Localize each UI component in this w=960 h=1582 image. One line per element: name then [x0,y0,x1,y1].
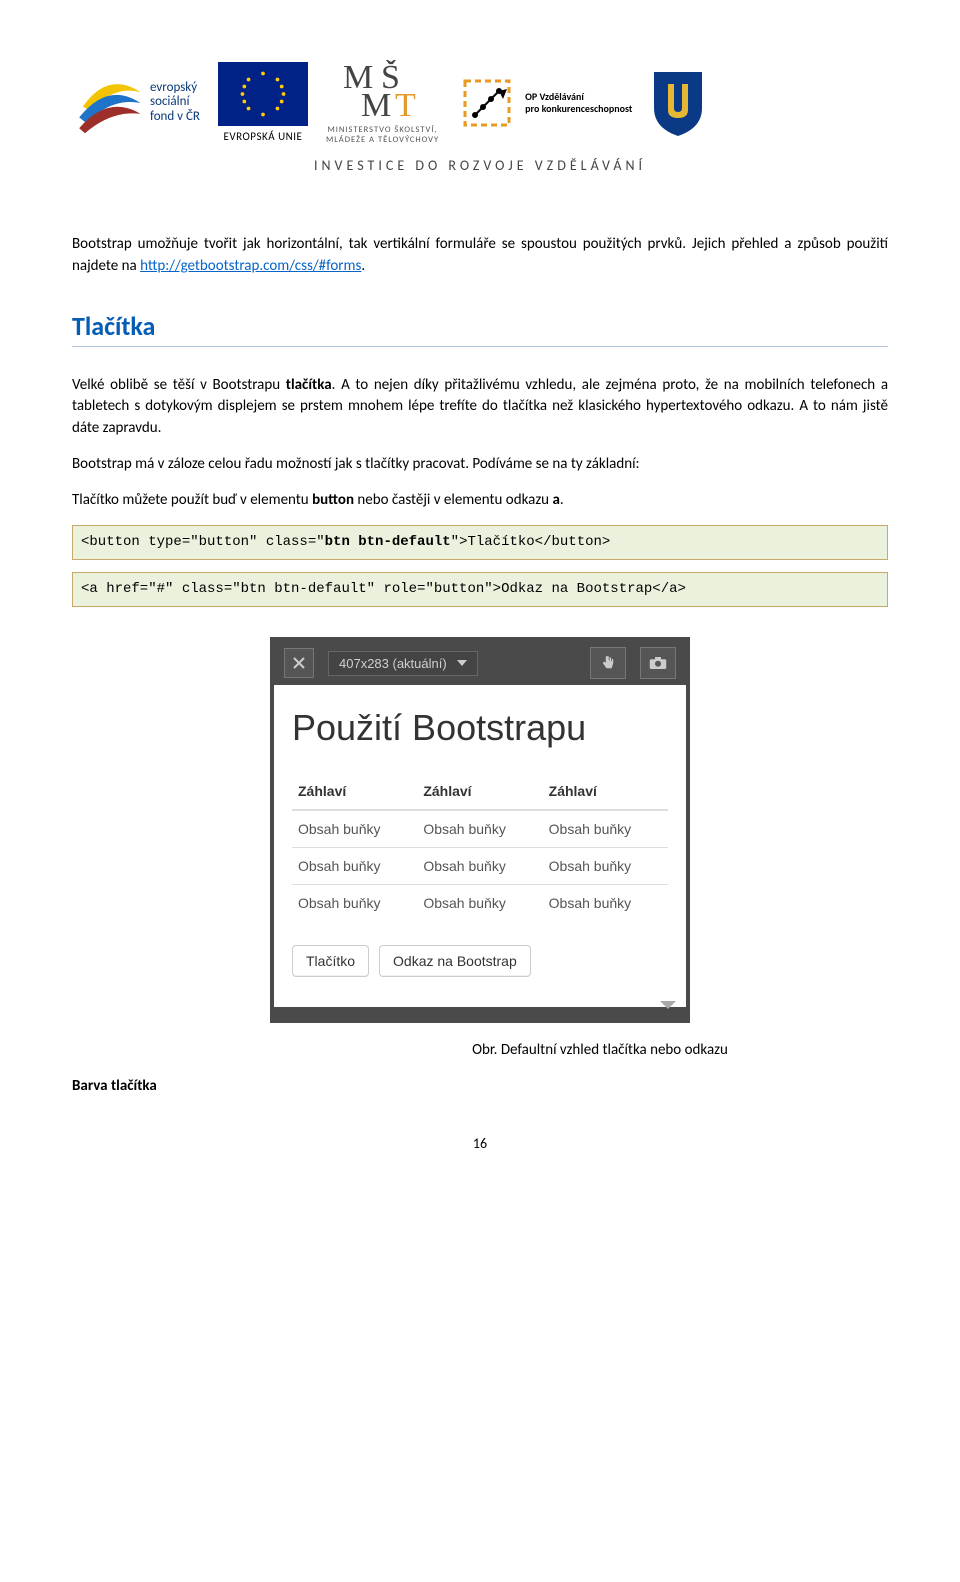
close-icon [293,657,305,669]
paragraph-intro: Bootstrap umožňuje tvořit jak horizontál… [72,234,888,278]
figure-caption: Obr. Defaultní vzhled tlačítka nebo odka… [312,1041,888,1059]
code-block-1: <button type="button" class="btn btn-def… [72,525,888,560]
preview-title: Použití Bootstrapu [292,707,668,749]
forms-link[interactable]: http://getbootstrap.com/css/#forms [140,257,361,275]
preview-table: Záhlaví Záhlaví Záhlaví Obsah buňkyObsah… [292,773,668,921]
esf-label-1: evropský [150,81,200,95]
table-header: Záhlaví [417,773,542,810]
svg-text:T: T [395,87,417,118]
esf-label-3: fond v ČR [150,110,200,124]
close-button[interactable] [284,648,314,678]
msmt-line1: MINISTERSTVO ŠKOLSTVÍ, [326,125,439,135]
hand-icon [599,654,617,672]
tlacitka-heading: Tlačítka [72,310,888,342]
op-line1: OP Vzdělávání [525,91,632,103]
msmt-line2: MLÁDEŽE A TĚLOVÝCHOVY [326,135,439,145]
table-row: Obsah buňkyObsah buňkyObsah buňky [292,848,668,885]
op-logo-block: OP Vzdělávání pro konkurenceschopnost [457,73,632,133]
op-icon [457,73,517,133]
preview-button-1[interactable]: Tlačítko [292,945,369,977]
mobile-bottombar [274,1007,686,1019]
table-row: Obsah buňkyObsah buňkyObsah buňky [292,885,668,922]
heading-divider [72,346,888,347]
paragraph-4: Tlačítko můžete použít buď v elementu bu… [72,490,888,512]
camera-icon [649,656,667,670]
eu-label: EVROPSKÁ UNIE [218,130,308,143]
table-header: Záhlaví [543,773,668,810]
up-shield-icon [650,68,706,138]
resolution-dropdown[interactable]: 407x283 (aktuální) [328,651,478,676]
table-header: Záhlaví [292,773,417,810]
esf-swoosh-icon [72,67,144,139]
chevron-down-icon [457,660,467,666]
invest-tagline: INVESTICE DO ROZVOJE VZDĚLÁVÁNÍ [72,157,888,174]
paragraph-2: Velké oblibě se těší v Bootstrapu tlačít… [72,375,888,440]
esf-logo: evropský sociální fond v ČR [72,67,200,139]
eu-logo: EVROPSKÁ UNIE [218,62,308,143]
logo-strip: evropský sociální fond v ČR [72,60,888,145]
page-number: 16 [72,1135,888,1152]
camera-button[interactable] [640,647,676,679]
table-row: Obsah buňkyObsah buňkyObsah buňky [292,810,668,848]
mobile-preview: 407x283 (aktuální) Použití Bootstrapu Zá… [270,637,690,1023]
subheading: Barva tlačítka [72,1077,888,1095]
svg-text:M: M [361,87,392,118]
resolution-label: 407x283 (aktuální) [339,656,447,671]
paragraph-3: Bootstrap má v záloze celou řadu možnost… [72,454,888,476]
preview-button-2[interactable]: Odkaz na Bootstrap [379,945,531,977]
eu-stars-icon [235,66,291,122]
op-line2: pro konkurenceschopnost [525,103,632,115]
code-block-2: <a href="#" class="btn btn-default" role… [72,572,888,607]
msmt-icon: M Š M T [343,60,423,118]
esf-label-2: sociální [150,95,200,109]
touch-button[interactable] [590,647,626,679]
intro-text-end: . [361,257,365,275]
msmt-logo-block: M Š M T MINISTERSTVO ŠKOLSTVÍ, MLÁDEŽE A… [326,60,439,145]
